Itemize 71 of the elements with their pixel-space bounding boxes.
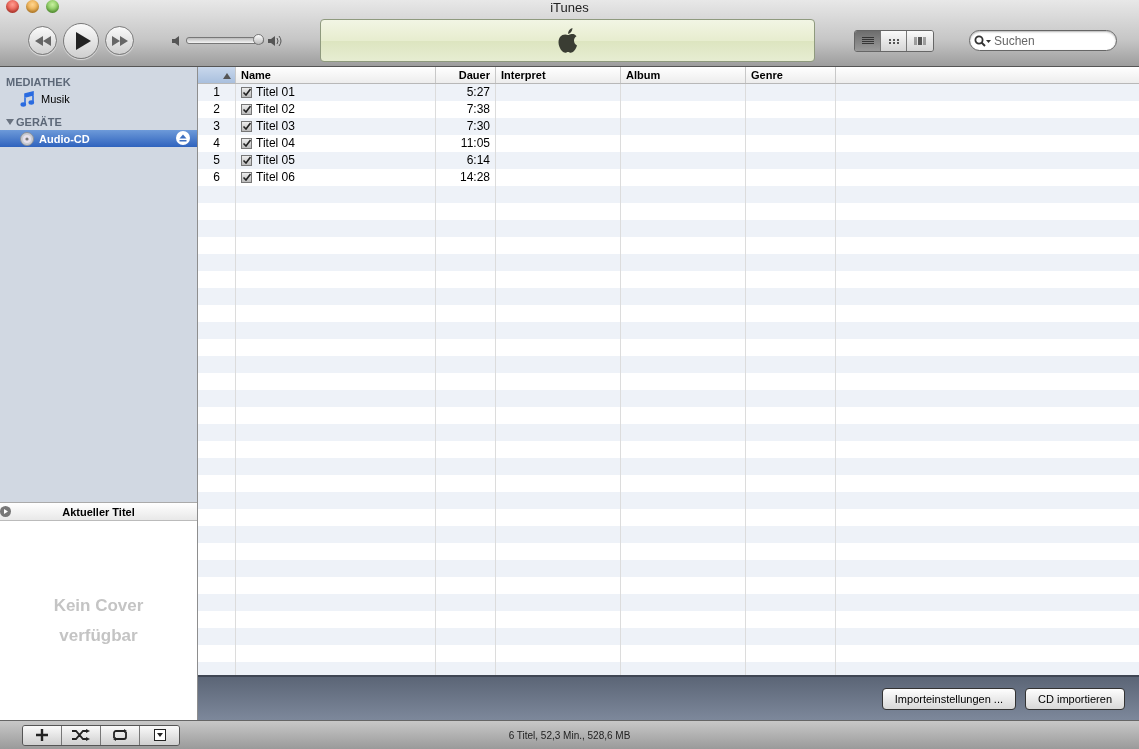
disclosure-triangle-icon[interactable] bbox=[6, 117, 14, 126]
coverflow-icon bbox=[914, 36, 926, 45]
track-name: Titel 02 bbox=[256, 101, 295, 118]
eject-icon[interactable] bbox=[176, 131, 190, 145]
row-number: 1 bbox=[198, 84, 236, 101]
grid-view-button[interactable] bbox=[881, 30, 907, 51]
cd-icon bbox=[20, 131, 34, 146]
play-icon bbox=[74, 31, 91, 50]
track-name: Titel 06 bbox=[256, 169, 295, 186]
previous-button[interactable] bbox=[28, 26, 57, 55]
close-button[interactable] bbox=[6, 0, 19, 13]
window-title: iTunes bbox=[550, 0, 589, 15]
apple-icon bbox=[556, 27, 579, 54]
rewind-icon bbox=[34, 35, 51, 46]
section-heading: MEDIATHEK bbox=[6, 75, 71, 88]
sidebar-item[interactable]: Musik bbox=[0, 90, 197, 107]
list-icon bbox=[861, 36, 874, 45]
status-text: 6 Titel, 52,3 Min., 528,6 MB bbox=[508, 729, 631, 741]
grid-icon bbox=[887, 36, 900, 45]
column-header[interactable]: Album bbox=[621, 67, 746, 83]
track-duration: 6:14 bbox=[466, 152, 490, 169]
action-button[interactable]: Importeinstellungen ... bbox=[881, 687, 1017, 710]
track-name: Titel 01 bbox=[256, 84, 295, 101]
repeat-icon bbox=[111, 729, 129, 741]
speaker-low-icon bbox=[172, 35, 182, 46]
repeat-button[interactable] bbox=[101, 725, 140, 745]
fast-forward-icon bbox=[111, 35, 128, 46]
track-duration: 14:28 bbox=[459, 169, 490, 186]
column-header[interactable]: Interpret bbox=[496, 67, 621, 83]
checkbox[interactable] bbox=[241, 121, 252, 132]
index-column-header[interactable] bbox=[198, 67, 236, 83]
track-duration: 7:38 bbox=[466, 101, 490, 118]
column-header[interactable]: Genre bbox=[746, 67, 836, 83]
minimize-button[interactable] bbox=[26, 0, 39, 13]
checkbox[interactable] bbox=[241, 87, 252, 98]
plus-icon bbox=[36, 729, 48, 741]
music-note-icon bbox=[20, 90, 36, 107]
track-name: Titel 04 bbox=[256, 135, 295, 152]
track-duration: 11:05 bbox=[460, 135, 490, 152]
coverflow-view-button[interactable] bbox=[907, 30, 933, 51]
checkbox[interactable] bbox=[241, 155, 252, 166]
checkbox[interactable] bbox=[241, 138, 252, 149]
row-number: 5 bbox=[198, 152, 236, 169]
section-heading: GERÄTE bbox=[16, 115, 62, 128]
row-number: 3 bbox=[198, 118, 236, 135]
now-playing-title: Aktueller Titel bbox=[62, 505, 135, 518]
zoom-button[interactable] bbox=[46, 0, 59, 13]
column-header[interactable]: Dauer bbox=[436, 67, 496, 83]
shuffle-icon bbox=[72, 729, 90, 741]
track-duration: 5:27 bbox=[466, 84, 490, 101]
next-button[interactable] bbox=[105, 26, 134, 55]
track-duration: 7:30 bbox=[466, 118, 490, 135]
add-playlist-button[interactable] bbox=[23, 725, 62, 745]
checkbox[interactable] bbox=[241, 104, 252, 115]
play-circle-icon[interactable] bbox=[0, 506, 11, 517]
play-button[interactable] bbox=[63, 22, 99, 59]
sidebar-item[interactable]: Audio-CD bbox=[0, 130, 197, 147]
track-name: Titel 03 bbox=[256, 118, 295, 135]
artwork-toggle-button[interactable] bbox=[140, 725, 179, 745]
list-view-button[interactable] bbox=[855, 30, 881, 51]
no-artwork-message: Kein Cover verfügbar bbox=[52, 594, 145, 647]
track-name: Titel 05 bbox=[256, 152, 295, 169]
volume-slider[interactable] bbox=[186, 37, 264, 44]
checkbox[interactable] bbox=[241, 172, 252, 183]
dropdown-icon bbox=[153, 729, 166, 741]
action-button[interactable]: CD importieren bbox=[1025, 687, 1125, 710]
sort-arrow-icon bbox=[223, 72, 231, 79]
search-field[interactable]: Suchen bbox=[969, 30, 1117, 51]
speaker-high-icon bbox=[268, 35, 282, 46]
shuffle-button[interactable] bbox=[62, 725, 101, 745]
column-header[interactable]: Name bbox=[236, 67, 436, 83]
